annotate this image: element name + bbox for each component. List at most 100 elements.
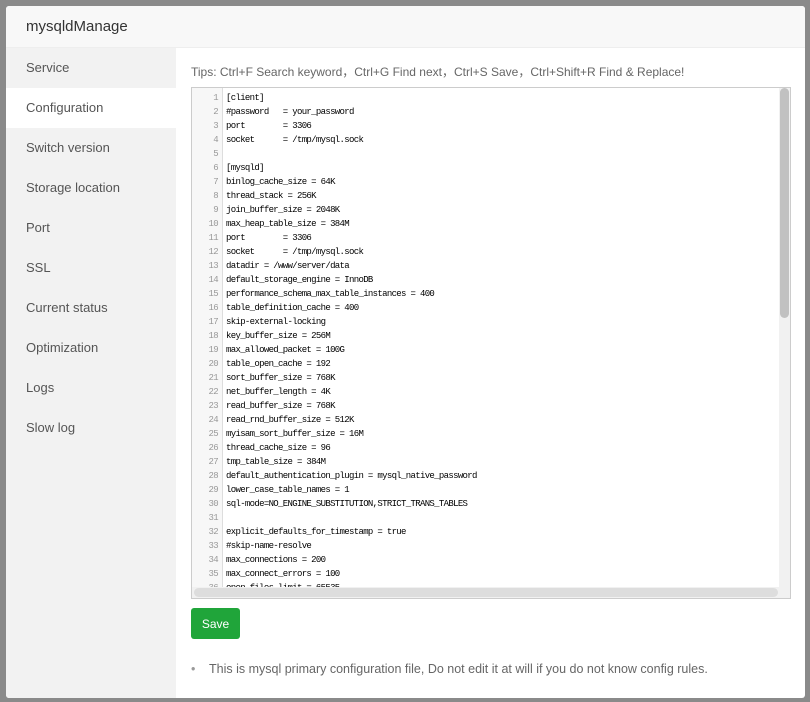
- line-number: 13: [208, 261, 219, 271]
- editor-line[interactable]: 24 read_rnd_buffer_size = 512K: [192, 413, 790, 427]
- sidebar-item-switch-version[interactable]: Switch version: [6, 128, 176, 168]
- line-number: 32: [208, 527, 219, 537]
- sidebar-item-storage-location[interactable]: Storage location: [6, 168, 176, 208]
- sidebar-item-service[interactable]: Service: [6, 48, 176, 88]
- editor-line[interactable]: 34 max_connections = 200: [192, 553, 790, 567]
- editor-line[interactable]: 28 default_authentication_plugin = mysql_…: [192, 469, 790, 483]
- line-text[interactable]: [mysqld]: [220, 161, 265, 175]
- editor-line[interactable]: 23 read_buffer_size = 768K: [192, 399, 790, 413]
- editor-line[interactable]: 9 join_buffer_size = 2048K: [192, 203, 790, 217]
- sidebar-item-logs[interactable]: Logs: [6, 368, 176, 408]
- line-number: 9: [213, 205, 218, 215]
- line-number: 25: [208, 429, 219, 439]
- line-text[interactable]: thread_cache_size = 96: [220, 441, 331, 455]
- line-text[interactable]: read_rnd_buffer_size = 512K: [220, 413, 354, 427]
- line-text[interactable]: skip-external-locking: [220, 315, 326, 329]
- line-text[interactable]: key_buffer_size = 256M: [220, 329, 331, 343]
- line-text[interactable]: performance_schema_max_table_instances =…: [220, 287, 435, 301]
- editor-line[interactable]: 26 thread_cache_size = 96: [192, 441, 790, 455]
- line-text[interactable]: socket = /tmp/mysql.sock: [220, 245, 364, 259]
- line-text[interactable]: #password = your_password: [220, 105, 354, 119]
- line-number: 34: [208, 555, 219, 565]
- line-text[interactable]: explicit_defaults_for_timestamp = true: [220, 525, 406, 539]
- editor-line[interactable]: 6 [mysqld]: [192, 161, 790, 175]
- editor-line[interactable]: 2 #password = your_password: [192, 105, 790, 119]
- editor-line[interactable]: 35 max_connect_errors = 100: [192, 567, 790, 581]
- line-text[interactable]: [220, 511, 226, 525]
- line-text[interactable]: datadir = /www/server/data: [220, 259, 350, 273]
- sidebar-item-current-status[interactable]: Current status: [6, 288, 176, 328]
- editor-line[interactable]: 14 default_storage_engine = InnoDB: [192, 273, 790, 287]
- line-text[interactable]: sort_buffer_size = 768K: [220, 371, 335, 385]
- editor-line[interactable]: 7 binlog_cache_size = 64K: [192, 175, 790, 189]
- editor-line[interactable]: 32 explicit_defaults_for_timestamp = true: [192, 525, 790, 539]
- line-number: 5: [213, 149, 218, 159]
- editor-line[interactable]: 19 max_allowed_packet = 100G: [192, 343, 790, 357]
- sidebar-item-ssl[interactable]: SSL: [6, 248, 176, 288]
- editor-line[interactable]: 11 port = 3306: [192, 231, 790, 245]
- scrollbar-thumb[interactable]: [780, 88, 789, 318]
- editor-line[interactable]: 27 tmp_table_size = 384M: [192, 455, 790, 469]
- line-text[interactable]: table_open_cache = 192: [220, 357, 331, 371]
- editor-line[interactable]: 15 performance_schema_max_table_instances…: [192, 287, 790, 301]
- editor-line[interactable]: 3 port = 3306: [192, 119, 790, 133]
- line-text[interactable]: thread_stack = 256K: [220, 189, 317, 203]
- line-text[interactable]: port = 3306: [220, 231, 312, 245]
- editor-line[interactable]: 18 key_buffer_size = 256M: [192, 329, 790, 343]
- line-text[interactable]: join_buffer_size = 2048K: [220, 203, 340, 217]
- line-text[interactable]: tmp_table_size = 384M: [220, 455, 326, 469]
- sidebar-item-slow-log[interactable]: Slow log: [6, 408, 176, 448]
- line-text[interactable]: [client]: [220, 91, 265, 105]
- editor-line[interactable]: 13 datadir = /www/server/data: [192, 259, 790, 273]
- line-text[interactable]: socket = /tmp/mysql.sock: [220, 133, 364, 147]
- editor-line[interactable]: 31: [192, 511, 790, 525]
- scrollbar-thumb[interactable]: [194, 588, 778, 597]
- line-number: 3: [213, 121, 218, 131]
- line-text[interactable]: lower_case_table_names = 1: [220, 483, 350, 497]
- editor-line[interactable]: 4 socket = /tmp/mysql.sock: [192, 133, 790, 147]
- line-text[interactable]: port = 3306: [220, 119, 312, 133]
- line-text[interactable]: table_definition_cache = 400: [220, 301, 359, 315]
- editor-line[interactable]: 1 [client]: [192, 91, 790, 105]
- line-number: 23: [208, 401, 219, 411]
- line-text[interactable]: [220, 147, 226, 161]
- tips-text: Tips: Ctrl+F Search keyword，Ctrl+G Find …: [191, 65, 685, 79]
- editor-line[interactable]: 22 net_buffer_length = 4K: [192, 385, 790, 399]
- sidebar-item-configuration[interactable]: Configuration: [6, 88, 176, 128]
- editor-line[interactable]: 16 table_definition_cache = 400: [192, 301, 790, 315]
- line-number: 14: [208, 275, 219, 285]
- line-text[interactable]: sql-mode=NO_ENGINE_SUBSTITUTION,STRICT_T…: [220, 497, 468, 511]
- line-text[interactable]: #skip-name-resolve: [220, 539, 312, 553]
- line-number: 35: [208, 569, 219, 579]
- editor-line[interactable]: 17 skip-external-locking: [192, 315, 790, 329]
- editor-line[interactable]: 25 myisam_sort_buffer_size = 16M: [192, 427, 790, 441]
- editor-line[interactable]: 12 socket = /tmp/mysql.sock: [192, 245, 790, 259]
- line-text[interactable]: read_buffer_size = 768K: [220, 399, 335, 413]
- editor-line[interactable]: 21 sort_buffer_size = 768K: [192, 371, 790, 385]
- line-text[interactable]: myisam_sort_buffer_size = 16M: [220, 427, 364, 441]
- vertical-scrollbar[interactable]: [779, 88, 790, 598]
- editor-line[interactable]: 30 sql-mode=NO_ENGINE_SUBSTITUTION,STRICT…: [192, 497, 790, 511]
- sidebar-item-port[interactable]: Port: [6, 208, 176, 248]
- config-editor[interactable]: 1 [client] 2 #password = your_password 3 port…: [191, 87, 791, 599]
- editor-line[interactable]: 10 max_heap_table_size = 384M: [192, 217, 790, 231]
- horizontal-scrollbar[interactable]: [192, 587, 780, 598]
- line-text[interactable]: max_heap_table_size = 384M: [220, 217, 350, 231]
- editor-lines[interactable]: 1 [client] 2 #password = your_password 3 port…: [192, 91, 790, 595]
- sidebar-item-optimization[interactable]: Optimization: [6, 328, 176, 368]
- line-text[interactable]: max_allowed_packet = 100G: [220, 343, 345, 357]
- save-button[interactable]: Save: [191, 608, 240, 639]
- editor-line[interactable]: 29 lower_case_table_names = 1: [192, 483, 790, 497]
- line-text[interactable]: max_connect_errors = 100: [220, 567, 340, 581]
- line-text[interactable]: net_buffer_length = 4K: [220, 385, 331, 399]
- line-text[interactable]: binlog_cache_size = 64K: [220, 175, 335, 189]
- line-text[interactable]: max_connections = 200: [220, 553, 326, 567]
- line-number: 7: [213, 177, 218, 187]
- line-number: 20: [208, 359, 219, 369]
- editor-line[interactable]: 8 thread_stack = 256K: [192, 189, 790, 203]
- editor-line[interactable]: 33 #skip-name-resolve: [192, 539, 790, 553]
- line-text[interactable]: default_authentication_plugin = mysql_na…: [220, 469, 477, 483]
- editor-line[interactable]: 20 table_open_cache = 192: [192, 357, 790, 371]
- line-text[interactable]: default_storage_engine = InnoDB: [220, 273, 373, 287]
- editor-line[interactable]: 5: [192, 147, 790, 161]
